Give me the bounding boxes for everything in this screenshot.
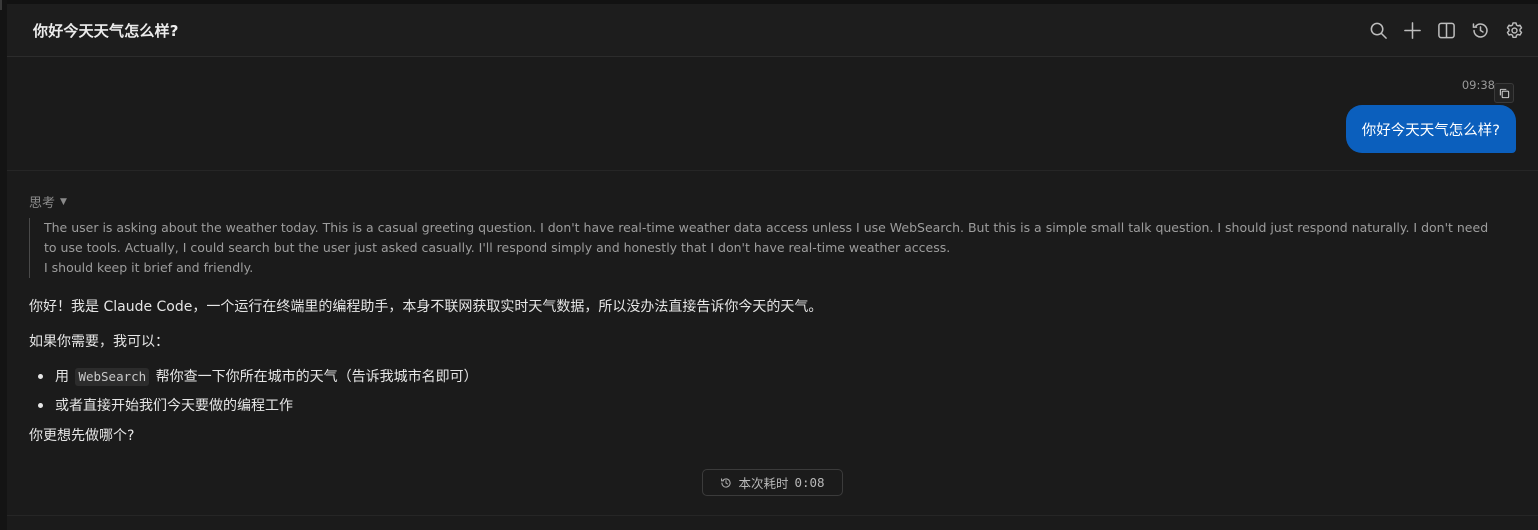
gear-icon [1506,21,1522,38]
page-title: 你好今天天气怎么样? [33,22,179,40]
copy-button[interactable] [1494,83,1514,103]
thinking-label: 思考 [29,196,56,211]
chat-header: 你好今天天气怎么样? [7,4,1538,57]
caret-down-icon: ▼ [60,196,67,207]
search-icon [1370,22,1387,39]
message-timestamp: 09:38 [1461,78,1495,92]
thinking-line: The user is asking about the weather tod… [44,220,1489,255]
list-item-suffix: 帮你查一下你所在城市的天气（告诉我城市名即可） [155,369,478,385]
bullet-icon [38,403,43,408]
header-actions [1367,19,1525,41]
gutter-notch [0,0,2,10]
reply-paragraph: 你好！我是 Claude Code，一个运行在终端里的编程助手，本身不联网获取实… [29,299,823,315]
reply-list: 用 WebSearch 帮你查一下你所在城市的天气（告诉我城市名即可） 或者直接… [29,366,1489,424]
history-button[interactable] [1469,19,1491,41]
elapsed-time-badge: 本次耗时 0:08 [702,469,843,496]
elapsed-label: 本次耗时 [738,476,789,491]
list-item-text: 或者直接开始我们今天要做的编程工作 [55,398,293,414]
assistant-message-area: 思考 ▼ The user is asking about the weathe… [7,171,1538,515]
reply-paragraph: 你更想先做哪个? [29,428,135,444]
new-chat-button[interactable] [1401,19,1423,41]
list-item: 用 WebSearch 帮你查一下你所在城市的天气（告诉我城市名即可） [29,366,1489,395]
history-icon [721,477,732,488]
chat-window: 你好今天天气怎么样? 09:38 你好今天天气怎么样? 思考 ▼ The use… [0,0,1538,530]
plus-icon [1403,21,1421,39]
split-panel-icon [1437,22,1455,38]
bullet-icon [38,374,43,379]
split-panel-button[interactable] [1435,19,1457,41]
thinking-line: I should keep it brief and friendly. [44,260,254,275]
user-message-bubble: 你好今天天气怎么样? [1345,105,1516,153]
divider [7,515,1538,516]
list-item: 或者直接开始我们今天要做的编程工作 [29,395,1489,424]
assistant-reply: 你好！我是 Claude Code，一个运行在终端里的编程助手，本身不联网获取实… [29,296,1489,460]
search-button[interactable] [1367,19,1389,41]
copy-icon [1499,88,1509,98]
settings-button[interactable] [1503,19,1525,41]
elapsed-value: 0:08 [794,475,825,490]
inline-code: WebSearch [75,368,150,386]
history-icon [1472,22,1488,38]
left-gutter [0,0,7,530]
thinking-toggle[interactable]: 思考 ▼ [29,192,67,211]
thinking-content: The user is asking about the weather tod… [29,218,1489,278]
reply-paragraph: 如果你需要，我可以： [29,334,169,350]
user-message-area: 09:38 你好今天天气怎么样? [7,57,1538,171]
list-item-prefix: 用 [55,369,69,385]
